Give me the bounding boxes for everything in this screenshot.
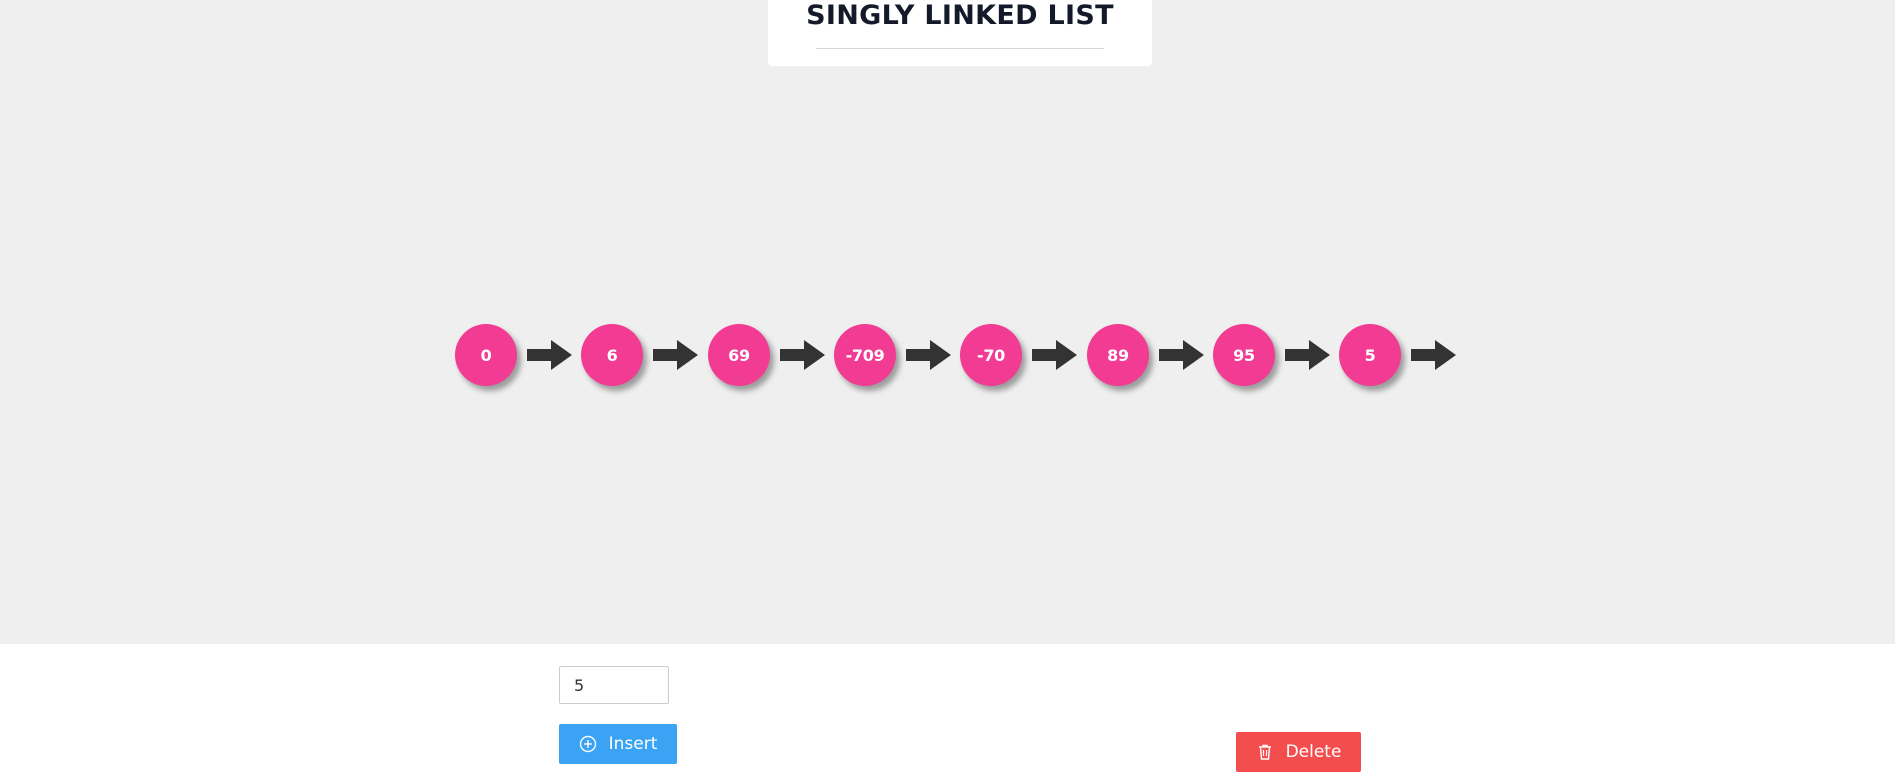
- next-pointer-arrow-icon: [780, 340, 825, 370]
- next-pointer-arrow-icon: [1032, 340, 1077, 370]
- next-pointer-arrow-icon: [906, 340, 951, 370]
- visualization-area: SINGLY LINKED LIST 0 6 69 -709 -70 89 95 5: [0, 0, 1895, 644]
- list-node: 89: [1087, 324, 1149, 386]
- trash-icon: [1256, 743, 1274, 761]
- insert-button[interactable]: Insert: [559, 724, 677, 764]
- list-node: 95: [1213, 324, 1275, 386]
- plus-circle-icon: [579, 735, 597, 753]
- node-value: -70: [976, 345, 1005, 365]
- node-value: 0: [480, 345, 492, 365]
- list-node: 5: [1339, 324, 1401, 386]
- linked-list: 0 6 69 -709 -70 89 95 5: [0, 0, 1895, 644]
- next-pointer-arrow-icon: [653, 340, 698, 370]
- node-value: -709: [845, 345, 885, 365]
- list-node: -70: [960, 324, 1022, 386]
- value-input[interactable]: [559, 666, 669, 704]
- delete-button-label: Delete: [1285, 742, 1342, 762]
- list-node: 69: [708, 324, 770, 386]
- next-pointer-arrow-icon: [1411, 340, 1456, 370]
- insert-button-label: Insert: [608, 734, 658, 754]
- next-pointer-arrow-icon: [527, 340, 572, 370]
- list-node: 0: [455, 324, 517, 386]
- node-value: 6: [606, 345, 618, 365]
- node-value: 89: [1107, 345, 1129, 365]
- list-node: -709: [834, 324, 896, 386]
- list-node: 6: [581, 324, 643, 386]
- next-pointer-arrow-icon: [1285, 340, 1330, 370]
- next-pointer-arrow-icon: [1159, 340, 1204, 370]
- node-value: 5: [1364, 345, 1376, 365]
- controls-panel: Insert Delete: [0, 644, 1895, 778]
- node-value: 69: [728, 345, 750, 365]
- node-value: 95: [1233, 345, 1255, 365]
- delete-button[interactable]: Delete: [1236, 732, 1361, 772]
